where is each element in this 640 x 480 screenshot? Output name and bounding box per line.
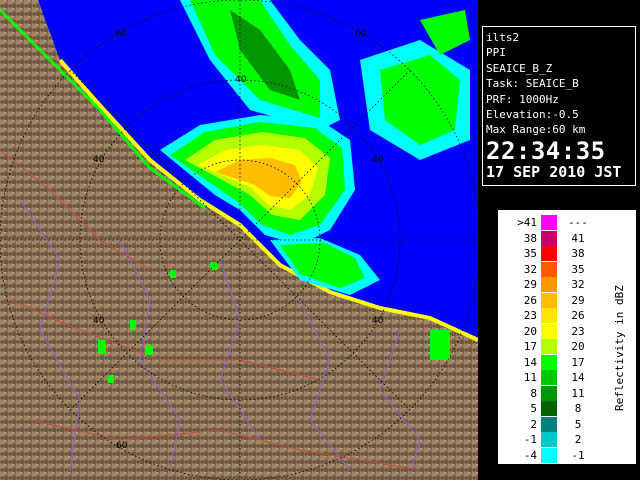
legend-row: 38 41 [499, 230, 637, 246]
legend-row: 35 38 [499, 246, 637, 261]
legend-low-value: 26 [523, 293, 537, 307]
legend-swatch [541, 215, 557, 230]
legend-high-value: 38 [571, 247, 585, 260]
legend-title: Reflectivity in dBZ [613, 285, 626, 411]
legend-swatch [541, 277, 557, 292]
product-name: SEAICE_B_Z [486, 61, 553, 75]
info-panel: ilts2 PPI SEAICE_B_Z Task: SEAICE_B PRF:… [482, 26, 636, 186]
side-panel: ilts2 PPI SEAICE_B_Z Task: SEAICE_B PRF:… [478, 0, 640, 480]
legend-swatch [541, 323, 557, 339]
scan-time: 22:34:35 [486, 136, 606, 165]
scan-type: PPI [486, 46, 506, 60]
legend-high-value: 41 [571, 231, 585, 245]
max-range-value: Max Range:60 km [486, 123, 586, 137]
range-label: 60 [116, 29, 128, 39]
legend-low-value: 2 [530, 417, 537, 431]
legend-row: >41 --- [499, 215, 637, 230]
radar-name: ilts2 [486, 31, 520, 44]
legend-swatch [541, 354, 557, 370]
legend-low-value: 38 [523, 231, 537, 245]
range-label: 40 [372, 316, 384, 326]
legend-swatch [541, 261, 557, 277]
legend-low-value: 5 [530, 402, 537, 415]
legend-low-value: -1 [523, 433, 537, 446]
legend-high-value: 26 [571, 309, 585, 322]
range-label: 40 [372, 155, 384, 165]
legend-swatch [541, 432, 557, 447]
task-name: Task: SEAICE_B [486, 77, 579, 91]
range-label: 40 [93, 155, 105, 165]
legend-low-value: >41 [517, 216, 537, 229]
radar-ppi-display[interactable]: 60 60 40 40 40 40 40 60 [0, 0, 478, 480]
legend-high-value: 14 [571, 371, 585, 384]
legend-high-value: 32 [571, 278, 585, 291]
legend-row: -1 2 [499, 432, 637, 447]
legend-swatch [541, 292, 557, 308]
legend-low-value: 32 [523, 262, 537, 276]
legend-swatch [541, 416, 557, 432]
legend-high-value: 20 [571, 340, 585, 353]
legend-high-value: 17 [571, 355, 585, 369]
range-label: 40 [235, 75, 247, 85]
legend-swatch [541, 339, 557, 354]
legend-high-value: 35 [571, 262, 585, 276]
legend-swatch [541, 447, 557, 463]
legend-swatch [541, 401, 557, 416]
range-label: 60 [355, 29, 367, 39]
prf-value: PRF: 1000Hz [486, 92, 559, 106]
legend-swatch [541, 370, 557, 385]
legend-high-value: 11 [571, 386, 585, 400]
legend-low-value: 29 [523, 278, 537, 291]
legend-swatch [541, 246, 557, 261]
legend-swatch [541, 385, 557, 401]
legend-low-value: 14 [523, 355, 537, 369]
legend-swatch [541, 308, 557, 323]
legend-high-value: 5 [574, 417, 582, 431]
legend-low-value: 8 [530, 386, 537, 400]
legend-low-value: 23 [523, 309, 537, 322]
color-legend: >41 --- 38 41 35 38 32 35 29 32 26 29 23 26 20 23 17 20 14… [498, 210, 636, 464]
range-label: 40 [93, 316, 105, 326]
legend-low-value: 17 [523, 340, 537, 353]
legend-high-value: 23 [571, 324, 585, 338]
elevation-value: Elevation:-0.5 [486, 108, 579, 122]
legend-low-value: 35 [523, 247, 537, 260]
legend-high-value: 8 [574, 402, 582, 415]
legend-row: -4 -1 [499, 447, 637, 463]
legend-row: 32 35 [499, 261, 637, 277]
legend-high-value: -1 [571, 448, 585, 462]
range-label: 60 [116, 441, 128, 451]
legend-high-value: --- [568, 216, 588, 229]
legend-row: 25 [499, 416, 637, 432]
scan-date: 17 SEP 2010 JST [486, 162, 622, 181]
legend-low-value: 20 [523, 324, 537, 338]
legend-high-value: 2 [574, 433, 582, 446]
legend-low-value: 11 [523, 371, 537, 384]
legend-swatch [541, 230, 557, 246]
legend-low-value: -4 [523, 448, 537, 462]
legend-high-value: 29 [571, 293, 585, 307]
